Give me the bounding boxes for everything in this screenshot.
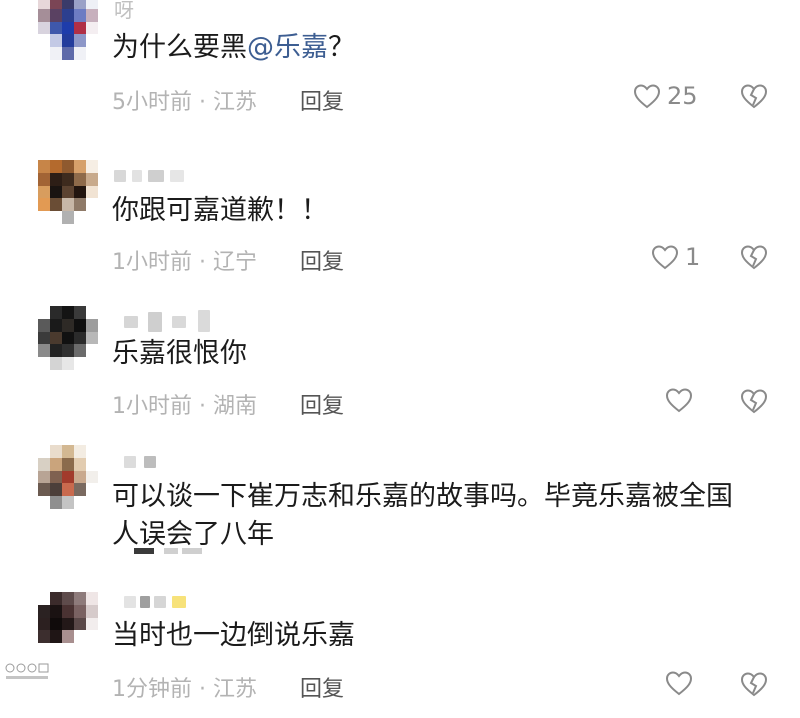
comment-time: 1小时前 [112, 394, 192, 419]
comment-text-line: 可以谈一下崔万志和乐嘉的故事吗。毕竟乐嘉被全国 [112, 481, 733, 512]
broken-heart-icon [740, 388, 768, 414]
like-button[interactable]: 25 [633, 82, 698, 110]
avatar[interactable] [38, 160, 98, 224]
comment-text-part: 为什么要黑 [112, 32, 247, 63]
reply-button[interactable]: 回复 [300, 388, 344, 420]
comment-location: 江苏 [213, 90, 258, 115]
reply-button[interactable]: 回复 [300, 84, 344, 116]
like-button[interactable] [665, 670, 693, 696]
broken-heart-icon [740, 244, 768, 270]
heart-outline-icon [651, 244, 679, 270]
reply-button[interactable]: 回复 [300, 244, 344, 276]
comment-text: 你跟可嘉道歉！！ [112, 192, 770, 230]
like-count: 1 [685, 243, 701, 271]
comment-meta: 1小时前 · 辽宁 [112, 244, 257, 276]
dislike-button[interactable] [740, 83, 768, 109]
broken-heart-icon [740, 83, 768, 109]
username[interactable] [114, 166, 214, 188]
avatar[interactable] [38, 445, 98, 509]
comment-text-part: 乐嘉很恨你 [112, 338, 247, 369]
comment-text-part: ？ [328, 32, 355, 63]
dislike-button[interactable] [740, 671, 768, 697]
redacted-mark [134, 548, 154, 554]
comment-location: 辽宁 [213, 250, 258, 275]
comment-time: 5小时前 [112, 90, 192, 115]
like-button[interactable] [665, 387, 693, 413]
comment-text: 当时也一边倒说乐嘉 [112, 617, 770, 655]
username[interactable] [114, 310, 214, 334]
redacted-mark [164, 548, 178, 554]
watermark-logo [4, 662, 52, 687]
heart-outline-icon [665, 387, 693, 413]
meta-separator: · [199, 677, 206, 702]
comment-text: 为什么要黑@乐嘉？ [112, 29, 770, 67]
username[interactable]: 呀 [114, 0, 134, 23]
avatar[interactable] [38, 306, 98, 370]
heart-outline-icon [633, 83, 661, 109]
comment-meta: 1小时前 · 湖南 [112, 388, 257, 420]
like-count: 25 [667, 82, 698, 110]
dislike-button[interactable] [740, 388, 768, 414]
comment-location: 湖南 [213, 394, 258, 419]
comment-text-part: 你跟可嘉道歉！！ [112, 195, 328, 226]
comment-meta: 5小时前 · 江苏 [112, 84, 257, 116]
reply-button[interactable]: 回复 [300, 671, 344, 703]
mention-link[interactable]: @乐嘉 [247, 32, 328, 63]
comment-text: 可以谈一下崔万志和乐嘉的故事吗。毕竟乐嘉被全国 人误会了八年 [112, 478, 770, 554]
heart-outline-icon [665, 670, 693, 696]
comment-time: 1分钟前 [112, 677, 192, 702]
like-button[interactable]: 1 [651, 243, 700, 271]
comment-text: 乐嘉很恨你 [112, 335, 770, 373]
username[interactable] [114, 452, 214, 474]
comment-location: 江苏 [213, 677, 258, 702]
meta-separator: · [199, 394, 206, 419]
avatar[interactable] [38, 592, 98, 656]
meta-separator: · [199, 90, 206, 115]
comment-meta: 1分钟前 · 江苏 [112, 671, 257, 703]
broken-heart-icon [740, 671, 768, 697]
dislike-button[interactable] [740, 244, 768, 270]
avatar[interactable] [38, 0, 98, 60]
comment-text-line: 人误会了八年 [112, 519, 274, 550]
redacted-mark [182, 548, 202, 554]
comment-time: 1小时前 [112, 250, 192, 275]
comment-text-part: 当时也一边倒说乐嘉 [112, 620, 355, 651]
username[interactable] [114, 592, 214, 614]
meta-separator: · [199, 250, 206, 275]
